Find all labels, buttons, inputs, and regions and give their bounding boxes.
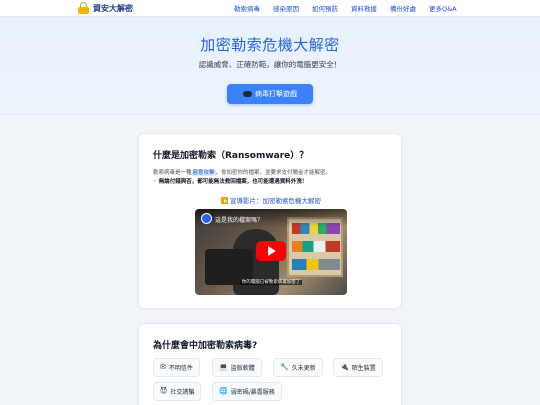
nav-link-data-recovery[interactable]: 資料救援 bbox=[351, 3, 377, 13]
warning-text: ⚡ 無論付錢與否，都可能無法救回檔案，也可能遭遇資料外洩！ bbox=[153, 179, 308, 185]
channel-avatar[interactable] bbox=[201, 213, 212, 224]
video-player[interactable]: 這是我的檔案嗎？ 你的電腦已被勒索病毒加密了 bbox=[195, 209, 347, 295]
nav-links: 勒索病毒 感染原因 如何預防 資料救援 備份好處 更多Q&A bbox=[234, 3, 470, 13]
cause-chip-unknown-device[interactable]: 🔌 陌生裝置 bbox=[333, 358, 383, 377]
nav-link-prevention[interactable]: 如何預防 bbox=[312, 3, 338, 13]
plug-icon: 🔌 bbox=[340, 363, 349, 371]
video-title[interactable]: 這是我的檔案嗎？ bbox=[215, 215, 263, 224]
lock-icon bbox=[78, 2, 89, 14]
laptop-icon: 💻 bbox=[219, 363, 228, 371]
what-is-heading: 什麼是加密勒索（Ransomware）？ bbox=[153, 151, 309, 161]
definition-text: 勒索病毒是一種惡意攻擊，會加密你的檔案，並要求支付贖金才能解密。 bbox=[153, 170, 332, 176]
nav-link-ransomware[interactable]: 勒索病毒 bbox=[234, 3, 260, 13]
cause-chip-social-engineering[interactable]: 😈 社交誘騙 bbox=[153, 382, 202, 401]
play-icon bbox=[221, 197, 228, 204]
youtube-play-icon[interactable] bbox=[256, 241, 286, 261]
globe-icon: 🌐 bbox=[219, 387, 228, 395]
why-infected-card: 為什麼會中加密勒索病毒? ✉ 不明信件 💻 盜版軟體 🔧 久未更新 🔌 陌生裝置 😈 社交… bbox=[138, 323, 402, 405]
cause-chip-outdated[interactable]: 🔧 久未更新 bbox=[273, 358, 323, 377]
cause-chip-weak-password[interactable]: 🌐 弱密碼/暴露服務 bbox=[212, 382, 282, 401]
what-is-ransomware-card: 什麼是加密勒索（Ransomware）？ 勒索病毒是一種惡意攻擊，會加密你的檔案… bbox=[138, 133, 402, 309]
cause-chip-unknown-mail[interactable]: ✉ 不明信件 bbox=[153, 358, 200, 377]
cause-chip-pirated-software[interactable]: 💻 盜版軟體 bbox=[212, 358, 262, 377]
gamepad-icon bbox=[243, 91, 252, 97]
hero-subtitle: 認識威脅、正確防範，讓你的電腦更安全！ bbox=[198, 60, 342, 69]
virus-game-button[interactable]: 病毒打擊遊戲 bbox=[227, 84, 313, 104]
devil-icon: 😈 bbox=[160, 387, 168, 395]
nav-link-more-qa[interactable]: 更多Q&A bbox=[429, 3, 457, 13]
promo-video-link[interactable]: 宣導影片：加密勒索危機大解密 bbox=[139, 195, 403, 205]
top-nav: 資安大解密 勒索病毒 感染原因 如何預防 資料救援 備份好處 更多Q&A bbox=[0, 0, 540, 17]
hero-section: 加密勒索危機大解密 認識威脅、正確防範，讓你的電腦更安全！ 病毒打擊遊戲 bbox=[0, 17, 540, 115]
mail-icon: ✉ bbox=[160, 363, 166, 371]
brand[interactable]: 資安大解密 bbox=[78, 2, 133, 14]
video-caption: 你的電腦已被勒索病毒加密了 bbox=[239, 280, 303, 285]
virus-game-button-label: 病毒打擊遊戲 bbox=[255, 90, 297, 98]
malicious-attack-highlight: 惡意攻擊 bbox=[191, 170, 216, 176]
hero-title: 加密勒索危機大解密 bbox=[200, 36, 340, 54]
nav-link-backup-benefits[interactable]: 備份好處 bbox=[390, 3, 416, 13]
brand-name: 資安大解密 bbox=[93, 3, 133, 13]
wrench-icon: 🔧 bbox=[280, 363, 289, 371]
nav-link-infection-causes[interactable]: 感染原因 bbox=[273, 3, 299, 13]
lightning-icon: ⚡ bbox=[153, 179, 157, 185]
why-infected-heading: 為什麼會中加密勒索病毒? bbox=[153, 341, 258, 351]
